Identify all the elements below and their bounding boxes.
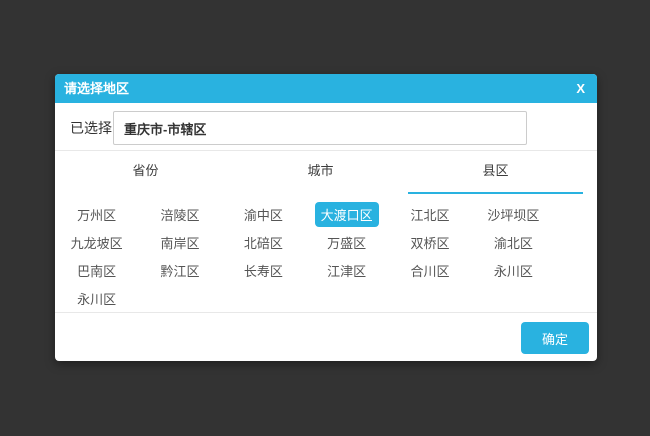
region-select-dialog: 请选择地区 X 已选择 省份城市县区 万州区 涪陵区 渝中区 大渡口区江北区 沙坪坝区九… [55,74,597,361]
district-item-selected[interactable]: 大渡口区 [315,202,379,227]
district-cell: 双桥区 [388,228,471,256]
district-cell: 涪陵区 [138,200,221,228]
district-item[interactable]: 渝北区 [488,230,539,255]
district-cell: 长寿区 [222,256,305,284]
district-item[interactable]: 九龙坡区 [65,230,129,255]
district-cell: 江津区 [305,256,388,284]
district-cell: 黔江区 [138,256,221,284]
district-grid: 万州区 涪陵区 渝中区 大渡口区江北区 沙坪坝区九龙坡区南岸区 北碚区 万盛区 双桥区 渝北区巴… [55,200,555,312]
confirm-button[interactable]: 确定 [521,322,589,354]
dialog-titlebar: 请选择地区 X [55,74,597,103]
district-cell: 九龙坡区 [55,228,138,256]
tab-0[interactable]: 省份 [58,151,233,194]
district-cell: 合川区 [388,256,471,284]
district-cell: 永川区 [55,284,138,312]
district-cell: 沙坪坝区 [472,200,555,228]
district-item[interactable]: 巴南区 [71,258,122,283]
selected-region-input[interactable] [113,111,527,145]
district-cell: 渝北区 [472,228,555,256]
tabs: 省份城市县区 [58,151,583,194]
district-item[interactable]: 永川区 [488,258,539,283]
district-item[interactable]: 江津区 [321,258,372,283]
district-item[interactable]: 江北区 [404,202,455,227]
district-item[interactable]: 永川区 [71,286,122,311]
selected-region-row: 已选择 [55,111,597,145]
district-item[interactable]: 合川区 [404,258,455,283]
tab-2-active[interactable]: 县区 [408,151,583,194]
tab-1[interactable]: 城市 [233,151,408,194]
district-item[interactable]: 南岸区 [154,230,205,255]
divider [55,312,597,313]
district-cell: 江北区 [388,200,471,228]
district-cell: 万州区 [55,200,138,228]
district-item[interactable]: 长寿区 [238,258,289,283]
dialog-title: 请选择地区 [64,81,129,96]
district-item[interactable]: 沙坪坝区 [481,202,545,227]
district-cell: 万盛区 [305,228,388,256]
close-icon[interactable]: X [576,74,585,103]
district-item[interactable]: 涪陵区 [154,202,205,227]
district-item[interactable]: 黔江区 [154,258,205,283]
district-item[interactable]: 万州区 [71,202,122,227]
district-item[interactable]: 北碚区 [238,230,289,255]
district-cell: 巴南区 [55,256,138,284]
district-cell: 大渡口区 [305,200,388,228]
district-item[interactable]: 万盛区 [321,230,372,255]
district-item[interactable]: 双桥区 [404,230,455,255]
district-cell: 永川区 [472,256,555,284]
district-cell: 渝中区 [222,200,305,228]
district-cell: 北碚区 [222,228,305,256]
district-cell: 南岸区 [138,228,221,256]
district-item[interactable]: 渝中区 [238,202,289,227]
selected-label: 已选择 [70,111,112,145]
